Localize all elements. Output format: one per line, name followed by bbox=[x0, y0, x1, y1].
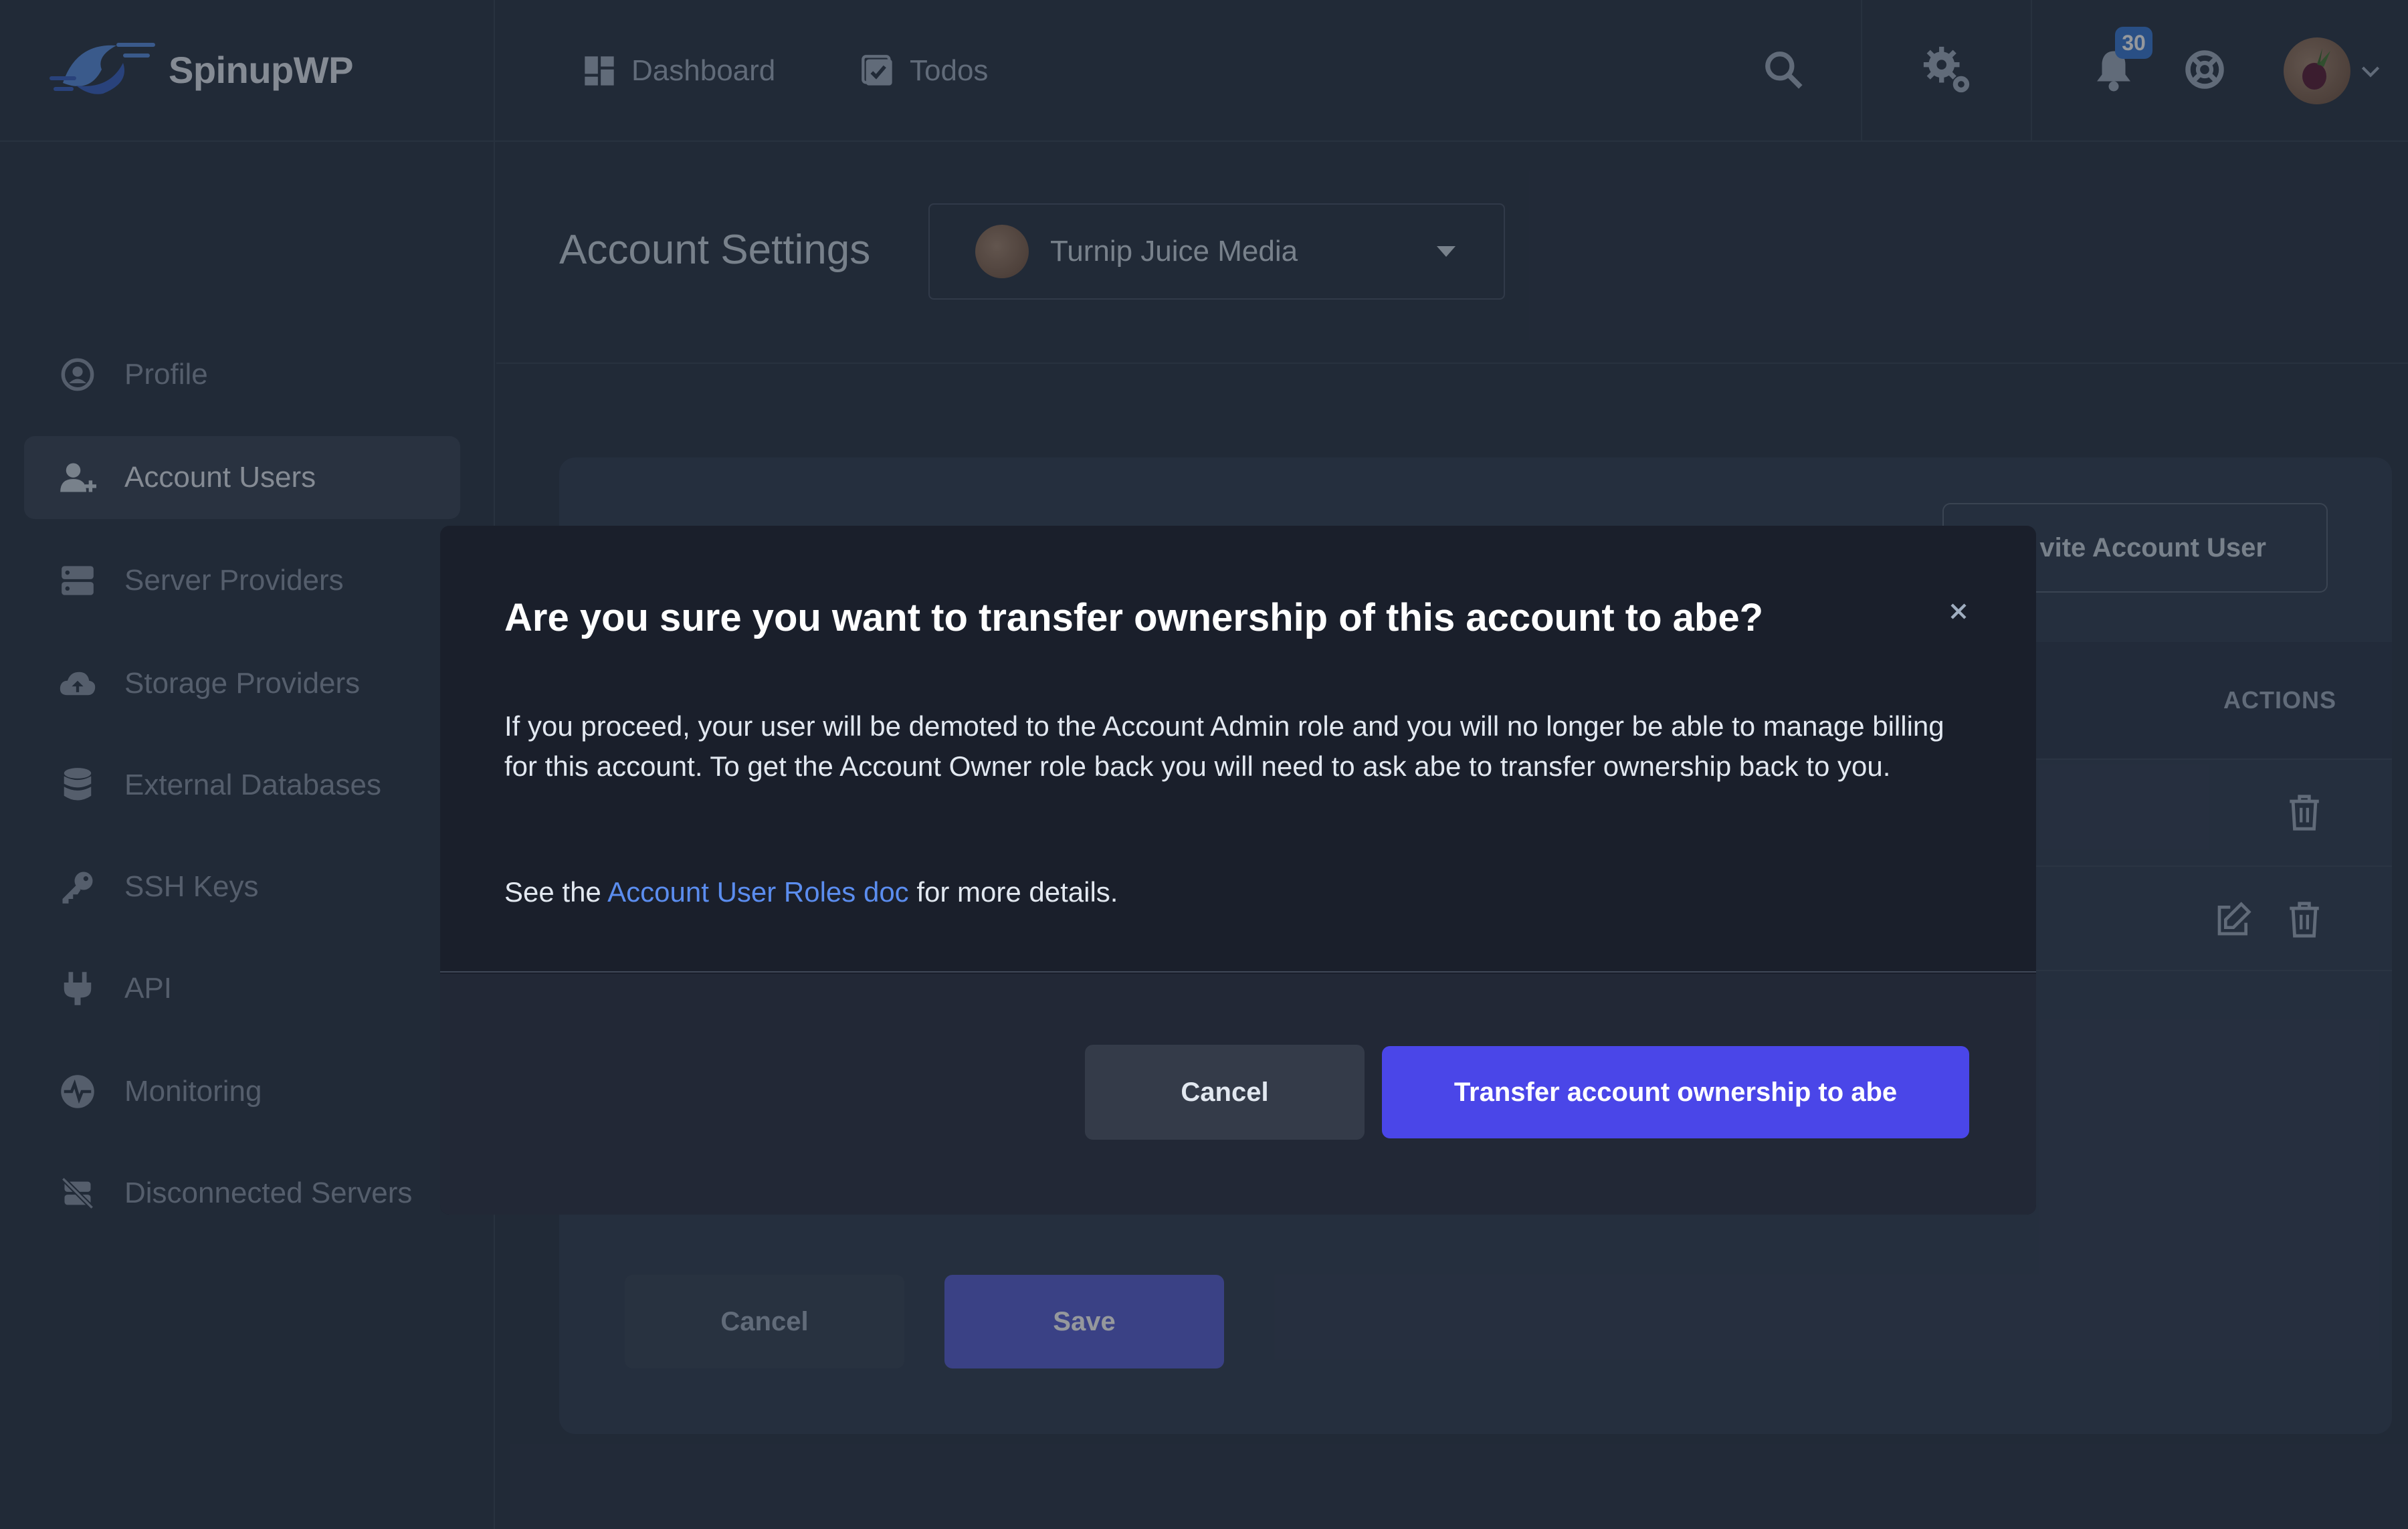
dialog-body: Are you sure you want to transfer owners… bbox=[440, 526, 2036, 973]
dialog-message: If you proceed, your user will be demote… bbox=[504, 710, 1944, 782]
transfer-ownership-button[interactable]: Transfer account ownership to abe bbox=[1382, 1046, 1969, 1138]
account-user-roles-link[interactable]: Account User Roles doc bbox=[607, 876, 909, 908]
dialog-title: Are you sure you want to transfer owners… bbox=[504, 596, 1764, 639]
page: SpinupWP Dashboard Todos 30 Profile Acco… bbox=[0, 0, 2408, 1529]
close-icon bbox=[1950, 603, 1967, 619]
transfer-ownership-dialog: Are you sure you want to transfer owners… bbox=[440, 526, 2036, 1215]
close-button[interactable] bbox=[1942, 595, 1975, 627]
dialog-details: See the Account User Roles doc for more … bbox=[504, 872, 1118, 912]
details-prefix: See the bbox=[504, 876, 608, 908]
dialog-cancel-button[interactable]: Cancel bbox=[1085, 1045, 1365, 1140]
details-suffix: for more details. bbox=[908, 876, 1118, 908]
